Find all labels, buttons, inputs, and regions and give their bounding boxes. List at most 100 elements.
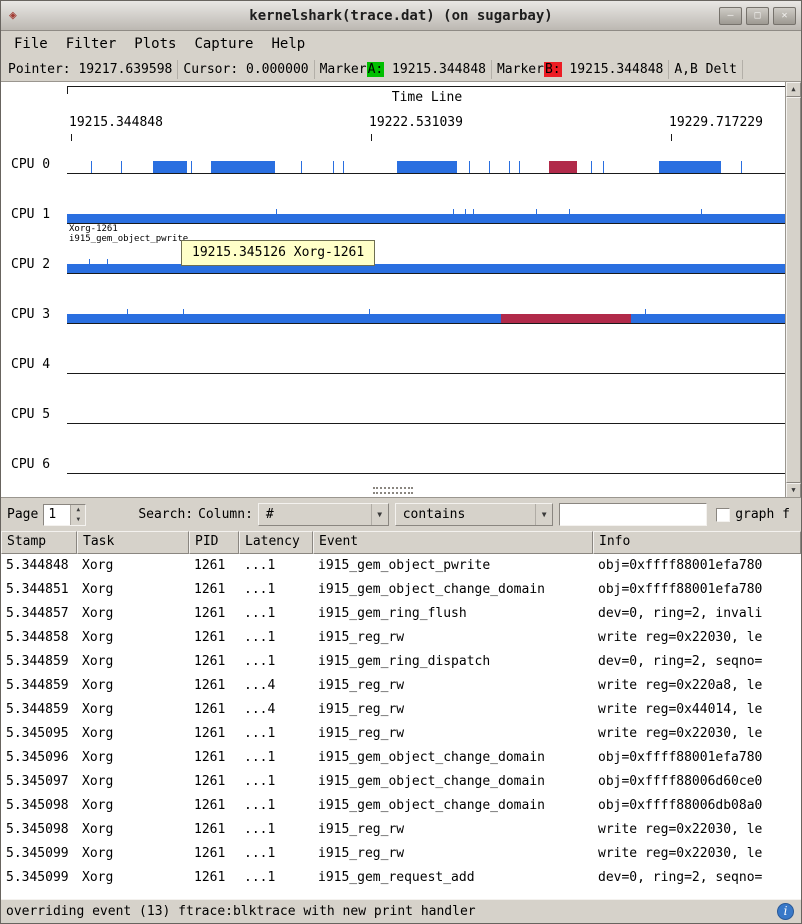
event-tick[interactable]	[569, 209, 570, 223]
cpu-label: CPU 6	[11, 457, 50, 472]
scroll-down-icon[interactable]: ▼	[786, 483, 801, 498]
cpu-label: CPU 3	[11, 307, 50, 322]
search-input[interactable]	[559, 503, 707, 526]
spinner-down-icon[interactable]: ▼	[71, 515, 85, 525]
event-tick[interactable]	[591, 161, 592, 173]
menu-item-capture[interactable]: Capture	[185, 33, 262, 55]
task-bar[interactable]	[67, 214, 787, 223]
event-tick[interactable]	[603, 161, 604, 173]
table-cell: 5.345099	[1, 866, 77, 890]
table-cell: 5.344848	[1, 554, 77, 578]
table-row[interactable]: 5.345097Xorg1261...1i915_gem_object_chan…	[1, 770, 801, 794]
event-tick[interactable]	[121, 161, 122, 173]
task-bar[interactable]	[501, 314, 631, 323]
menu-item-file[interactable]: File	[5, 33, 57, 55]
scroll-up-icon[interactable]: ▲	[786, 82, 801, 97]
table-row[interactable]: 5.345098Xorg1261...1i915_reg_rwwrite reg…	[1, 818, 801, 842]
column-select[interactable]: # ▼	[258, 503, 389, 526]
task-bar[interactable]	[67, 314, 787, 323]
table-row[interactable]: 5.344858Xorg1261...1i915_reg_rwwrite reg…	[1, 626, 801, 650]
info-icon[interactable]: i	[777, 903, 794, 920]
event-tick[interactable]	[183, 309, 184, 323]
task-bar[interactable]	[549, 161, 577, 173]
cpu-label: CPU 2	[11, 257, 50, 272]
plot[interactable]: Time Line 19215.34484819222.53103919229.…	[67, 82, 787, 498]
event-tick[interactable]	[191, 161, 192, 173]
event-tick[interactable]	[489, 161, 490, 173]
menu-item-plots[interactable]: Plots	[125, 33, 185, 55]
task-bar[interactable]	[67, 264, 787, 273]
event-tick[interactable]	[469, 161, 470, 173]
event-tick[interactable]	[465, 209, 466, 223]
axis-timestamp: 19222.531039	[369, 115, 463, 130]
pane-splitter-handle[interactable]	[373, 487, 413, 494]
table-row[interactable]: 5.344859Xorg1261...4i915_reg_rwwrite reg…	[1, 674, 801, 698]
event-tick[interactable]	[276, 209, 277, 223]
timeline-graph: Time Line 19215.34484819222.53103919229.…	[1, 82, 801, 498]
table-row[interactable]: 5.344851Xorg1261...1i915_gem_object_chan…	[1, 578, 801, 602]
table-cell: write reg=0x220a8, le	[593, 674, 801, 698]
event-tick[interactable]	[536, 209, 537, 223]
spinner-up-icon[interactable]: ▲	[71, 505, 85, 515]
page-value[interactable]: 1	[44, 505, 70, 525]
task-bar[interactable]	[153, 161, 187, 173]
window-title: kernelshark(trace.dat) (on sugarbay)	[1, 8, 801, 24]
event-tick[interactable]	[301, 161, 302, 173]
table-row[interactable]: 5.345096Xorg1261...1i915_gem_object_chan…	[1, 746, 801, 770]
event-tick[interactable]	[645, 309, 646, 323]
event-tick[interactable]	[509, 161, 510, 173]
table-row[interactable]: 5.344848Xorg1261...1i915_gem_object_pwri…	[1, 554, 801, 578]
event-tick[interactable]	[127, 309, 128, 323]
event-tick[interactable]	[519, 161, 520, 173]
column-header-info[interactable]: Info	[593, 531, 801, 554]
menu-item-filter[interactable]: Filter	[57, 33, 126, 55]
task-bar[interactable]	[397, 161, 457, 173]
event-tick[interactable]	[333, 161, 334, 173]
event-tick[interactable]	[91, 161, 92, 173]
task-bar[interactable]	[659, 161, 721, 173]
scrollbar-thumb[interactable]	[786, 97, 801, 483]
maximize-button[interactable]: □	[746, 7, 769, 25]
table-cell: 1261	[189, 602, 239, 626]
event-tick[interactable]	[89, 259, 90, 273]
table-cell: 5.345099	[1, 842, 77, 866]
table-row[interactable]: 5.345099Xorg1261...1i915_gem_request_add…	[1, 866, 801, 890]
minimize-button[interactable]: —	[719, 7, 742, 25]
graph-scrollbar[interactable]: ▲ ▼	[785, 82, 801, 498]
menu-item-help[interactable]: Help	[262, 33, 314, 55]
page-spinner[interactable]: 1 ▲ ▼	[43, 504, 86, 526]
chevron-down-icon[interactable]: ▼	[371, 504, 388, 525]
event-tick[interactable]	[343, 161, 344, 173]
event-tick[interactable]	[107, 259, 108, 273]
close-button[interactable]: ✕	[773, 7, 796, 25]
table-row[interactable]: 5.344859Xorg1261...4i915_reg_rwwrite reg…	[1, 698, 801, 722]
column-header-latency[interactable]: Latency	[239, 531, 313, 554]
event-tick[interactable]	[369, 309, 370, 323]
event-tick[interactable]	[453, 209, 454, 223]
event-tick[interactable]	[701, 209, 702, 223]
table-row[interactable]: 5.345095Xorg1261...1i915_reg_rwwrite reg…	[1, 722, 801, 746]
table-cell: 1261	[189, 866, 239, 890]
event-tick[interactable]	[741, 161, 742, 173]
column-header-event[interactable]: Event	[313, 531, 593, 554]
table-cell: Xorg	[77, 794, 189, 818]
task-bar[interactable]	[211, 161, 275, 173]
event-tick[interactable]	[473, 209, 474, 223]
pointer-text: Marker	[497, 62, 544, 77]
graph-follows-checkbox[interactable]	[716, 508, 730, 522]
page-label: Page	[7, 507, 38, 522]
cpu-baseline	[67, 223, 787, 224]
table-row[interactable]: 5.344857Xorg1261...1i915_gem_ring_flushd…	[1, 602, 801, 626]
table-row[interactable]: 5.345098Xorg1261...1i915_gem_object_chan…	[1, 794, 801, 818]
match-select[interactable]: contains ▼	[395, 503, 554, 526]
column-header-stamp[interactable]: Stamp	[1, 531, 77, 554]
table-cell: 1261	[189, 554, 239, 578]
table-row[interactable]: 5.344859Xorg1261...1i915_gem_ring_dispat…	[1, 650, 801, 674]
column-header-pid[interactable]: PID	[189, 531, 239, 554]
table-row[interactable]: 5.345099Xorg1261...1i915_reg_rwwrite reg…	[1, 842, 801, 866]
table-cell: ...4	[239, 698, 313, 722]
cpu-baseline	[67, 473, 787, 474]
titlebar[interactable]: ◈ kernelshark(trace.dat) (on sugarbay) —…	[1, 1, 801, 31]
chevron-down-icon[interactable]: ▼	[535, 504, 552, 525]
column-header-task[interactable]: Task	[77, 531, 189, 554]
